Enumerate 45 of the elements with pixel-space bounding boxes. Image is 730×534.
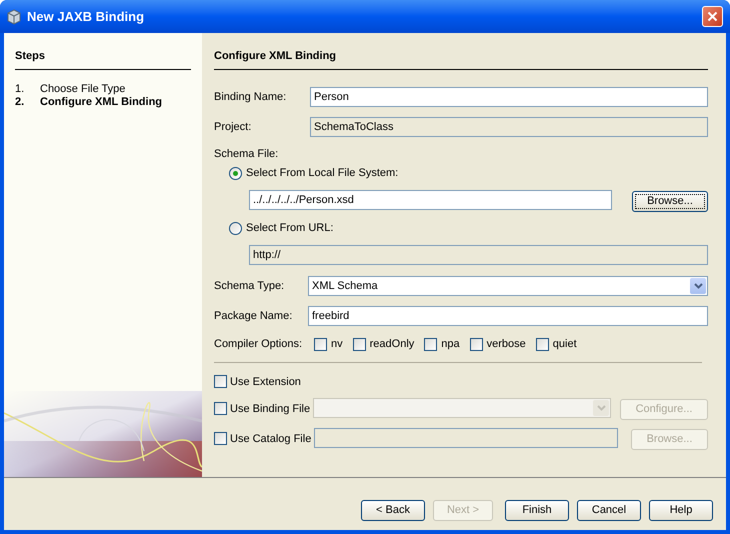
field-label: Schema Type: (214, 278, 286, 294)
dialog-button[interactable]: Finish (505, 500, 569, 521)
close-button[interactable] (702, 6, 723, 27)
text-field[interactable] (314, 428, 618, 448)
dialog-button[interactable]: Cancel (577, 500, 641, 521)
field-label: npa (441, 336, 460, 352)
checkbox[interactable] (314, 338, 327, 350)
text-field[interactable]: ../../../../../Person.xsd (249, 190, 612, 210)
field-label: Use Extension (230, 376, 301, 388)
field-label: Compiler Options: (214, 336, 304, 352)
field-label: nv (331, 336, 343, 352)
browse-button[interactable]: Browse... (632, 191, 708, 212)
chevron-down-icon (593, 400, 610, 416)
radio-button[interactable] (229, 166, 242, 180)
dropdown[interactable]: XML Schema (308, 276, 708, 296)
field-label: Select From URL: (246, 220, 334, 236)
field-label: quiet (552, 336, 577, 352)
step-item: 1. Choose File Type (15, 82, 126, 94)
window-title: New JAXB Binding (27, 8, 144, 26)
field-label: Select From Local File System: (246, 166, 398, 181)
field-label: Use Catalog File (230, 433, 312, 445)
checkbox[interactable] (214, 402, 227, 414)
cube-icon (6, 8, 22, 24)
close-icon (707, 11, 718, 22)
text-field[interactable]: Person (310, 87, 708, 107)
field-label: Schema File: (214, 146, 278, 162)
checkbox[interactable] (214, 432, 227, 444)
step-item: 2. Configure XML Binding (15, 95, 164, 107)
checkbox[interactable] (470, 338, 483, 350)
panel-title: Configure XML Binding (214, 50, 336, 62)
field-label: Package Name: (214, 308, 294, 324)
field-label: Project: (214, 120, 252, 135)
field-label: Use Binding File (230, 403, 310, 415)
checkbox[interactable] (352, 338, 366, 350)
checkbox[interactable] (536, 338, 549, 350)
field-label: verbose (486, 336, 526, 352)
dialog-button[interactable]: < Back (361, 500, 425, 521)
field-label: readOnly (370, 336, 414, 352)
text-field[interactable]: freebird (308, 306, 708, 326)
checkbox[interactable] (214, 374, 227, 388)
steps-title: Steps (15, 50, 45, 62)
dialog-button[interactable]: Help (649, 500, 713, 521)
checkbox[interactable] (424, 338, 438, 350)
field-label: Binding Name: (214, 90, 288, 105)
chevron-down-icon (690, 278, 706, 294)
